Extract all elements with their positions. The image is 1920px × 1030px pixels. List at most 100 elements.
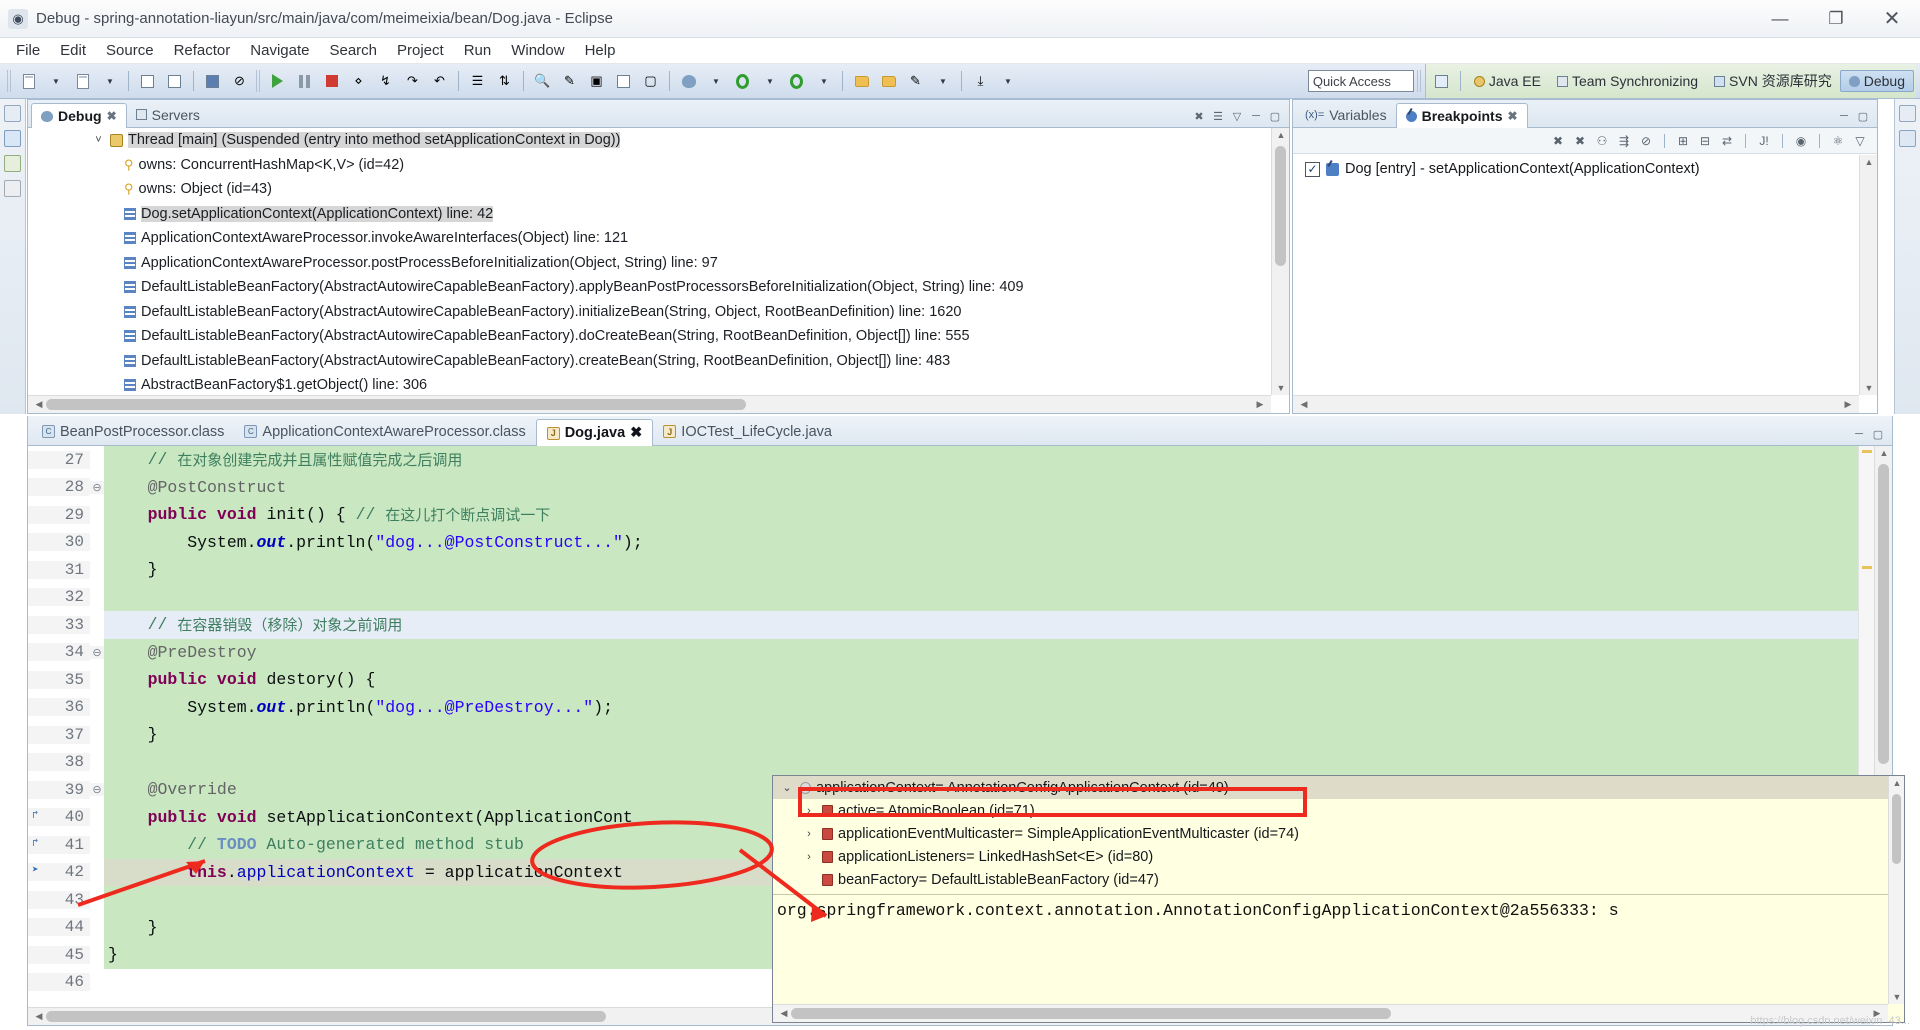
- git-dropdown-icon[interactable]: ▼: [995, 69, 1020, 94]
- code-line[interactable]: 35 public void destory() {: [28, 666, 1874, 694]
- editor-marker-current-ip[interactable]: ➤: [32, 863, 39, 877]
- menu-edit[interactable]: Edit: [50, 40, 96, 61]
- editor-tab-dog-java[interactable]: J Dog.java ✖: [535, 419, 654, 446]
- line-number[interactable]: 38: [28, 753, 90, 772]
- link-with-debug-view-icon[interactable]: ⇄: [1718, 132, 1736, 150]
- stack-frame-2[interactable]: ApplicationContextAwareProcessor.postPro…: [28, 251, 1271, 276]
- code-text[interactable]: [104, 583, 1874, 611]
- line-number[interactable]: 28: [28, 478, 90, 497]
- remove-all-breakpoints-icon[interactable]: ✖: [1571, 132, 1589, 150]
- line-number[interactable]: 33: [28, 615, 90, 634]
- debug-fastview-icon[interactable]: [4, 130, 21, 147]
- code-text[interactable]: System. out .println("dog...@PostConstruct…: [104, 528, 1874, 556]
- close-button[interactable]: ✕: [1864, 0, 1920, 37]
- editor-tab-close-icon[interactable]: ✖: [630, 425, 642, 441]
- perspective-svn[interactable]: SVN 资源库研究: [1706, 69, 1840, 93]
- inspector-row[interactable]: beanFactory= DefaultListableBeanFactory …: [773, 868, 1888, 890]
- inspector-row[interactable]: › active= AtomicBoolean (id=71): [773, 799, 1888, 822]
- stack-frame-3[interactable]: DefaultListableBeanFactory(AbstractAutow…: [28, 275, 1271, 300]
- stack-frame-4[interactable]: DefaultListableBeanFactory(AbstractAutow…: [28, 300, 1271, 325]
- debug-view-menu-icon[interactable]: ☰: [1210, 108, 1226, 124]
- code-line[interactable]: 27 // 在对象创建完成并且属性赋值完成之后调用: [28, 446, 1874, 474]
- line-number[interactable]: 37: [28, 725, 90, 744]
- stack-frame-5[interactable]: DefaultListableBeanFactory(AbstractAutow…: [28, 324, 1271, 349]
- line-number[interactable]: 29: [28, 505, 90, 524]
- stack-frame-7[interactable]: AbstractBeanFactory$1.getObject() line: …: [28, 373, 1271, 395]
- inspector-twisty-icon[interactable]: ›: [801, 851, 817, 863]
- add-java-exception-breakpoint-icon[interactable]: J!: [1755, 132, 1773, 150]
- suspend-icon[interactable]: [292, 69, 317, 94]
- line-number[interactable]: 32: [28, 588, 90, 607]
- line-number[interactable]: 40 ↱: [28, 808, 90, 827]
- line-number[interactable]: 30: [28, 533, 90, 552]
- save-icon[interactable]: [135, 69, 160, 94]
- variable-inspector-popup[interactable]: ⌄ applicationContext= AnnotationConfigApp…: [772, 775, 1905, 1023]
- line-number[interactable]: 36: [28, 698, 90, 717]
- restore-right-view-icon[interactable]: [1899, 105, 1916, 122]
- fold-toggle-icon[interactable]: ⊖: [90, 783, 104, 797]
- thread-twisty-icon[interactable]: ˅: [92, 134, 105, 146]
- outline-right-icon[interactable]: [1899, 130, 1916, 147]
- thread-node[interactable]: ˅ Thread [main] (Suspended (entry into m…: [28, 128, 1271, 153]
- editor-tab-ioctest-lifecycle[interactable]: J IOCTest_LifeCycle.java: [653, 418, 842, 445]
- debug-tree-vscrollbar[interactable]: ▲ ▼: [1271, 128, 1289, 395]
- editor-marker-breakpoint-override[interactable]: ↱: [32, 808, 39, 822]
- line-number[interactable]: 44: [28, 918, 90, 937]
- perspective-debug[interactable]: Debug: [1839, 70, 1914, 92]
- inspector-hscrollbar[interactable]: ◀ ▶: [773, 1004, 1888, 1022]
- console-fastview-icon[interactable]: [4, 155, 21, 172]
- perspective-team-synchronizing[interactable]: Team Synchronizing: [1549, 71, 1706, 91]
- code-text[interactable]: // 在容器销毁（移除）对象之前调用: [104, 611, 1874, 639]
- tab-debug-close-icon[interactable]: ✖: [107, 109, 117, 123]
- line-number[interactable]: 43: [28, 890, 90, 909]
- code-line[interactable]: 28 ⊖ @PostConstruct: [28, 473, 1874, 501]
- fold-toggle-icon[interactable]: ⊖: [90, 480, 104, 494]
- tab-breakpoints-close-icon[interactable]: ✖: [1508, 109, 1518, 123]
- line-number[interactable]: 27: [28, 450, 90, 469]
- collapse-all-icon[interactable]: ⊟: [1696, 132, 1714, 150]
- tab-variables[interactable]: (x)= Variables: [1296, 102, 1396, 127]
- debug-view-collapse-icon[interactable]: ▽: [1229, 108, 1245, 124]
- code-text[interactable]: @PostConstruct: [104, 473, 1874, 501]
- editor-marker-override-arrow[interactable]: ↱: [32, 836, 39, 850]
- pencil-icon[interactable]: ✎: [557, 69, 582, 94]
- quick-access-input[interactable]: Quick Access: [1307, 70, 1414, 92]
- monitor-node-1[interactable]: ⚲ owns: Object (id=43): [28, 177, 1271, 202]
- inspector-twisty-icon[interactable]: ⌄: [779, 781, 795, 794]
- breakpoint-working-sets-icon[interactable]: ◉: [1792, 132, 1810, 150]
- line-number[interactable]: 35: [28, 670, 90, 689]
- code-line[interactable]: 34 ⊖ @PreDestroy: [28, 638, 1874, 666]
- menu-refactor[interactable]: Refactor: [164, 40, 241, 61]
- stack-frame-0[interactable]: Dog.setApplicationContext(ApplicationCon…: [28, 202, 1271, 227]
- expand-all-icon[interactable]: ⊞: [1674, 132, 1692, 150]
- breakpoint-checkbox[interactable]: ✓: [1305, 161, 1320, 177]
- open-task-icon[interactable]: [611, 69, 636, 94]
- code-line[interactable]: 29 public void init() { // 在这儿打个断点调试一下: [28, 501, 1874, 529]
- menu-window[interactable]: Window: [501, 40, 574, 61]
- skip-breakpoints-icon[interactable]: ⊘: [227, 69, 252, 94]
- menu-file[interactable]: File: [6, 40, 50, 61]
- toggle-mark-icon[interactable]: ▢: [638, 69, 663, 94]
- code-text[interactable]: [104, 748, 1874, 776]
- menu-run[interactable]: Run: [454, 40, 502, 61]
- inspector-vscrollbar[interactable]: ▲ ▼: [1888, 776, 1904, 1004]
- debug-view-filter-icon[interactable]: ✖: [1191, 108, 1207, 124]
- inspector-tree[interactable]: ⌄ applicationContext= AnnotationConfigApp…: [773, 776, 1888, 890]
- breakpoint-item-0[interactable]: ✓ Dog [entry] - setApplicationContext(Ap…: [1293, 155, 1859, 177]
- menu-source[interactable]: Source: [96, 40, 164, 61]
- next-annotation-icon[interactable]: ⇅: [492, 69, 517, 94]
- open-perspective-button[interactable]: [1429, 69, 1454, 94]
- breakpoints-view-menu-icon[interactable]: ▽: [1851, 132, 1869, 150]
- fold-toggle-icon[interactable]: ⊖: [90, 645, 104, 659]
- breakpoints-view-minimize-icon[interactable]: ─: [1836, 108, 1852, 124]
- code-line[interactable]: 37 }: [28, 721, 1874, 749]
- code-line[interactable]: 32: [28, 583, 1874, 611]
- code-line[interactable]: 30 System. out .println("dog...@PostConstr…: [28, 528, 1874, 556]
- external-tools-icon[interactable]: ✎: [903, 69, 928, 94]
- remove-breakpoint-icon[interactable]: ✖: [1549, 132, 1567, 150]
- show-whitespace-icon[interactable]: ☰: [465, 69, 490, 94]
- debug-view-maximize-icon[interactable]: ▢: [1267, 108, 1283, 124]
- code-text[interactable]: public void init() { // 在这儿打个断点调试一下: [104, 501, 1874, 529]
- line-number[interactable]: 42 ➤: [28, 863, 90, 882]
- restore-view-icon[interactable]: [4, 105, 21, 122]
